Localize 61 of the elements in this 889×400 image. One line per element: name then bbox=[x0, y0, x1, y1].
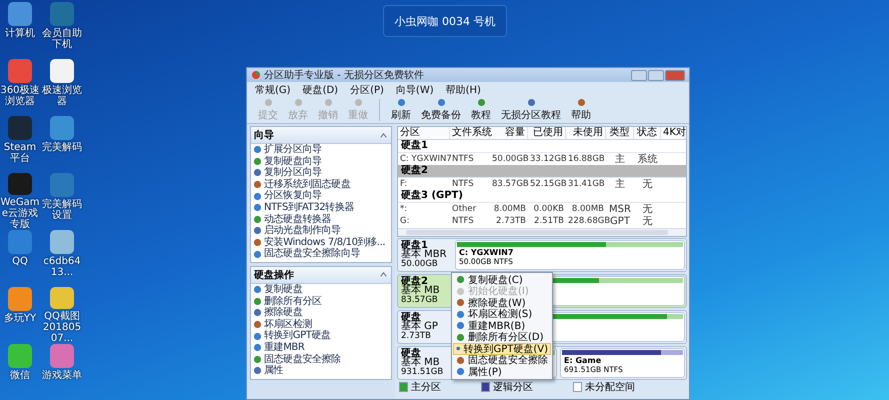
table-cell-text: NTFS bbox=[451, 179, 475, 189]
icon-label: 多玩YY bbox=[2, 313, 38, 324]
icon-label: 会员自助下机 bbox=[42, 28, 82, 50]
icon-label: Steam平台 bbox=[2, 142, 38, 164]
disk-type: 基本 GP bbox=[401, 322, 439, 332]
table-cell-text: Other bbox=[451, 204, 478, 214]
table-cell-text: 系统 bbox=[636, 152, 658, 166]
table-cell-text: F: bbox=[399, 179, 408, 189]
disk-name: 硬盘1 bbox=[401, 240, 428, 250]
table-cell-text: 无 bbox=[642, 203, 654, 216]
icon-label: 360极速浏览器 bbox=[0, 85, 40, 107]
icon-label: QQ截图20180507... bbox=[42, 311, 82, 344]
disk-type: 基本 MB bbox=[401, 358, 440, 368]
table-cell-text: NTFS bbox=[451, 154, 475, 164]
partition-label: C: YGXWIN7 bbox=[458, 248, 514, 257]
window-title: 分区助手专业版 - 无损分区免费软件 bbox=[264, 68, 425, 82]
disk-type: 基本 MBR bbox=[401, 250, 448, 260]
table-cell-text: 2.73TB bbox=[495, 216, 527, 226]
disk-size: 50.00GB bbox=[401, 260, 439, 270]
disk-type: 基本 MB bbox=[401, 286, 441, 296]
icon-label: 游戏菜单 bbox=[42, 370, 82, 381]
table-cell-text: 50.00GB bbox=[491, 154, 528, 164]
table-cell-text: G: bbox=[399, 216, 410, 226]
table-cell-text: 主 bbox=[614, 152, 626, 166]
disk-name: 硬盘2 bbox=[401, 276, 428, 286]
table-cell-text: NTFS bbox=[451, 216, 475, 226]
icon-label: 完美解码设置 bbox=[42, 199, 82, 221]
table-cell-text: 0.00KB bbox=[532, 204, 565, 214]
table-cell-text: 8.00MB bbox=[492, 204, 527, 214]
table-cell-text: 无 bbox=[642, 178, 654, 191]
disk-size: 931.51GB bbox=[401, 368, 444, 378]
table-cell-text: 无 bbox=[642, 215, 654, 228]
table-cell-text: 52.15GB bbox=[529, 179, 566, 189]
icon-label: 完美解码 bbox=[42, 142, 82, 153]
table-cell-text: 83.57GB bbox=[491, 179, 528, 189]
icon-label: QQ bbox=[11, 256, 29, 267]
banner: 小虫网咖 0034 号机 bbox=[383, 5, 507, 37]
disk-name: 硬盘 bbox=[401, 348, 422, 358]
disk-size: 83.57GB bbox=[401, 296, 439, 306]
table-cell-text: 31.41GB bbox=[567, 179, 606, 189]
table-cell-text: *: bbox=[399, 204, 408, 214]
table-cell-text: 主 bbox=[614, 178, 626, 191]
panel-title: 硬盘操作 bbox=[254, 268, 294, 282]
panel-title: 向导 bbox=[254, 128, 274, 142]
table-cell-text: MSR bbox=[608, 204, 632, 214]
legend-label: 主分区 bbox=[411, 380, 441, 394]
table-cell-text: C: YGXWIN7 bbox=[399, 154, 450, 164]
icon-label: WeGame云游戏专版 bbox=[0, 197, 40, 230]
table-cell-text: 33.12GB bbox=[529, 154, 566, 164]
legend-label: 未分配空间 bbox=[585, 380, 635, 394]
legend-label: 逻辑分区 bbox=[493, 380, 533, 394]
icon-label: c6db6413... bbox=[42, 256, 82, 278]
disk-name: 硬盘 bbox=[401, 312, 422, 322]
icon-label: 极速浏览器 bbox=[42, 85, 82, 107]
table-cell-text: 2.51TB bbox=[533, 216, 565, 226]
table-cell-text: 8.00MB bbox=[570, 204, 605, 214]
icon-label: 计算机 bbox=[4, 28, 36, 39]
disk-size: 2.73TB bbox=[401, 332, 432, 342]
partition-label: E: Game bbox=[563, 356, 602, 365]
icon-label: 微信 bbox=[9, 370, 31, 381]
table-cell-text: 16.88GB bbox=[567, 154, 606, 164]
